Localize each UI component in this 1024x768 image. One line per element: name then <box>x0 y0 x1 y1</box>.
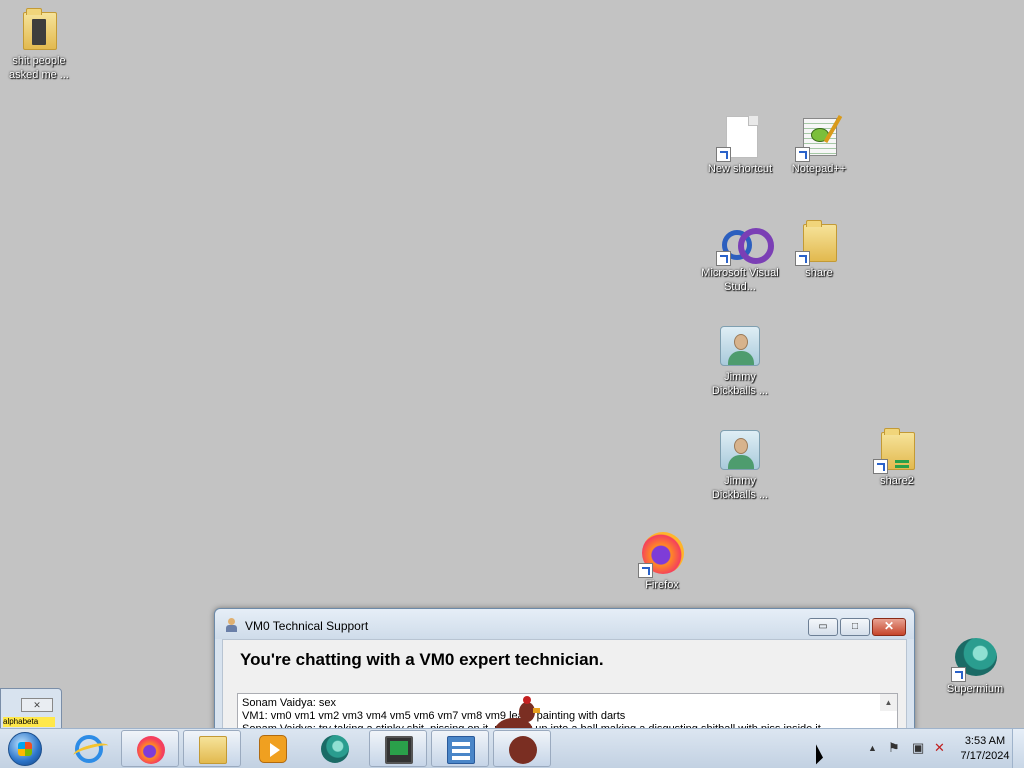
desktop-icon-label: Jimmy Dickballs ... <box>711 475 769 501</box>
desktop-icon-label: share <box>805 267 833 279</box>
desktop-icon-label: share2 <box>880 475 914 487</box>
folder-icon <box>199 736 227 764</box>
internet-explorer-icon <box>75 735 103 763</box>
scroll-up-arrow[interactable]: ▲ <box>880 694 897 711</box>
action-center-flag-icon[interactable]: ⚑ <box>888 741 902 755</box>
firefox-icon <box>137 736 165 764</box>
notification-ticker: alphabeta <box>3 717 55 727</box>
desktop-icon-jimmy-1[interactable]: Jimmy Dickballs ... <box>701 322 779 398</box>
notepadpp-icon <box>795 114 843 162</box>
minimize-button[interactable]: ▭ <box>808 618 838 636</box>
show-desktop-button[interactable] <box>1012 729 1024 768</box>
taskbar-firefox[interactable] <box>121 730 179 767</box>
clock-date: 7/17/2024 <box>960 750 1010 762</box>
taskbar-control-panel[interactable] <box>431 730 489 767</box>
taskbar: ▲ ⚑ ▣ ✕ 3:53 AM 7/17/2024 <box>0 728 1024 768</box>
taskbar-supermium[interactable] <box>306 730 364 767</box>
supermium-icon <box>321 735 349 763</box>
desktop-icon-label: Microsoft Visual Stud... <box>701 267 779 293</box>
chat-headline: You're chatting with a VM0 expert techni… <box>240 650 604 669</box>
desktop-icon-notepadpp[interactable]: Notepad++ <box>780 114 858 176</box>
network-icon[interactable]: ▣ <box>912 741 926 755</box>
desktop-icon-label: shit people asked me ... <box>9 55 69 81</box>
chat-message: Sonam Vaidya: sex <box>242 697 336 709</box>
shortcut-arrow-icon <box>716 147 731 162</box>
clock-time: 3:53 AM <box>964 735 1006 747</box>
user-icon <box>720 430 760 470</box>
desktop-icon-label: Supermium <box>946 683 1004 695</box>
chicken-icon <box>509 736 537 764</box>
window-client: You're chatting with a VM0 expert techni… <box>222 639 907 737</box>
desktop-icon-supermium[interactable]: Supermium <box>936 634 1014 696</box>
notification-window: ✕ alphabeta <box>0 688 62 730</box>
chat-message: VM1: vm0 vm1 vm2 vm3 vm4 vm5 vm6 vm7 vm8… <box>242 710 626 722</box>
desktop-icon-firefox[interactable]: Firefox <box>623 530 701 592</box>
desktop-icon-jimmy-2[interactable]: Jimmy Dickballs ... <box>701 426 779 502</box>
taskbar-chicken[interactable] <box>493 730 551 767</box>
close-button[interactable]: ✕ <box>872 618 906 636</box>
start-button[interactable] <box>4 731 48 767</box>
show-hidden-icons-arrow[interactable]: ▲ <box>868 743 877 753</box>
desktop-icon-share2[interactable]: share2 <box>858 426 936 488</box>
taskbar-explorer[interactable] <box>183 730 241 767</box>
window-title: VM0 Technical Support <box>245 619 369 633</box>
monitor-icon <box>385 736 413 764</box>
folder-icon <box>23 8 57 50</box>
desktop-icon-new-shortcut[interactable]: New shortcut <box>701 114 779 176</box>
window-titlebar[interactable]: VM0 Technical Support ▭ □ ✕ <box>215 609 914 639</box>
notification-close-button[interactable]: ✕ <box>21 698 53 712</box>
taskbar-ie[interactable] <box>60 730 118 767</box>
taskbar-task-manager[interactable] <box>369 730 427 767</box>
mouse-cursor-icon <box>816 744 823 768</box>
desktop-icon-share[interactable]: share <box>780 218 858 280</box>
desktop-icon-folder-people[interactable]: shit people asked me ... <box>0 6 78 82</box>
desktop-icon-label: Notepad++ <box>791 163 847 175</box>
desktop-icon-visual-studio[interactable]: Microsoft Visual Stud... <box>701 218 779 294</box>
volume-muted-icon[interactable]: ✕ <box>934 741 948 755</box>
control-panel-icon <box>447 736 475 764</box>
chat-window: VM0 Technical Support ▭ □ ✕ You're chatt… <box>214 608 915 738</box>
desktop-icon-label: Firefox <box>645 579 679 591</box>
windows-logo-icon <box>8 732 42 766</box>
maximize-button[interactable]: □ <box>840 618 870 636</box>
chat-log[interactable]: Sonam Vaidya: sex VM1: vm0 vm1 vm2 vm3 v… <box>237 693 898 733</box>
taskbar-media-player[interactable] <box>244 730 302 767</box>
system-tray: ▲ ⚑ ▣ ✕ 3:53 AM 7/17/2024 <box>844 729 1024 768</box>
desktop-icon-label: New shortcut <box>707 163 773 175</box>
support-agent-icon <box>225 618 237 632</box>
desktop-icon-label: Jimmy Dickballs ... <box>711 371 769 397</box>
clock[interactable]: 3:53 AM 7/17/2024 <box>956 734 1014 764</box>
user-icon <box>720 326 760 366</box>
media-player-icon <box>259 735 287 763</box>
